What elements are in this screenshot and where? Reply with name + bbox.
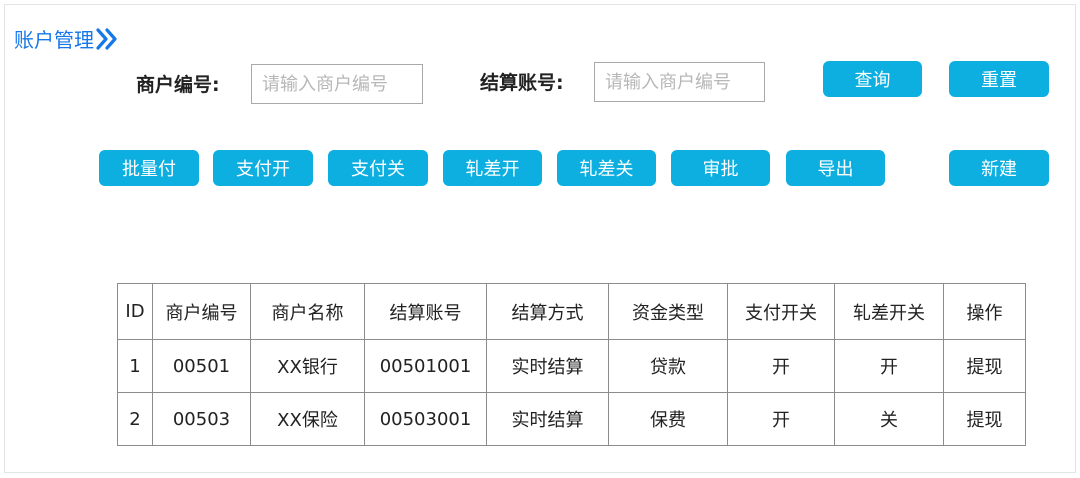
accounts-table: ID 商户编号 商户名称 结算账号 结算方式 资金类型 支付开关 轧差开关 操作… <box>117 283 1026 446</box>
column-header-merchant-id: 商户编号 <box>152 283 251 340</box>
withdraw-action[interactable]: 提现 <box>943 392 1026 446</box>
create-button[interactable]: 新建 <box>949 150 1049 186</box>
payment-off-button[interactable]: 支付关 <box>328 150 428 186</box>
breadcrumb[interactable]: 账户管理 <box>14 24 118 53</box>
table-row: 2 00503 XX保险 00503001 实时结算 保费 开 关 提现 <box>117 392 1026 446</box>
approve-button[interactable]: 审批 <box>671 150 770 186</box>
column-header-payment-switch: 支付开关 <box>727 283 835 340</box>
double-chevron-right-icon <box>96 27 117 50</box>
cell-merchant-id: 00503 <box>152 392 251 446</box>
column-header-merchant-name: 商户名称 <box>250 283 365 340</box>
payment-on-button[interactable]: 支付开 <box>213 150 313 186</box>
withdraw-action[interactable]: 提现 <box>943 339 1026 393</box>
netting-off-button[interactable]: 轧差关 <box>557 150 656 186</box>
cell-settlement-method: 实时结算 <box>486 392 609 446</box>
cell-payment-switch: 开 <box>727 339 835 393</box>
cell-fund-type: 贷款 <box>608 339 728 393</box>
cell-fund-type: 保费 <box>608 392 728 446</box>
cell-merchant-name: XX保险 <box>250 392 365 446</box>
column-header-settlement-method: 结算方式 <box>486 283 609 340</box>
query-button[interactable]: 查询 <box>823 61 922 97</box>
table-header-row: ID 商户编号 商户名称 结算账号 结算方式 资金类型 支付开关 轧差开关 操作 <box>117 283 1026 340</box>
column-header-id: ID <box>117 283 153 340</box>
column-header-netting-switch: 轧差开关 <box>834 283 944 340</box>
cell-payment-switch: 开 <box>727 392 835 446</box>
cell-settlement-account: 00501001 <box>364 339 487 393</box>
cell-settlement-account: 00503001 <box>364 392 487 446</box>
cell-settlement-method: 实时结算 <box>486 339 609 393</box>
settlement-account-input[interactable] <box>594 62 765 102</box>
cell-merchant-id: 00501 <box>152 339 251 393</box>
batch-pay-button[interactable]: 批量付 <box>99 150 199 186</box>
cell-merchant-name: XX银行 <box>250 339 365 393</box>
netting-on-button[interactable]: 轧差开 <box>443 150 542 186</box>
cell-id: 2 <box>117 392 153 446</box>
table-row: 1 00501 XX银行 00501001 实时结算 贷款 开 开 提现 <box>117 339 1026 393</box>
cell-netting-switch: 开 <box>834 339 944 393</box>
reset-button[interactable]: 重置 <box>949 61 1049 97</box>
merchant-id-input[interactable] <box>251 64 423 104</box>
breadcrumb-title[interactable]: 账户管理 <box>14 24 94 53</box>
cell-netting-switch: 关 <box>834 392 944 446</box>
merchant-id-label: 商户编号: <box>136 74 220 96</box>
settlement-account-label: 结算账号: <box>480 72 564 94</box>
export-button[interactable]: 导出 <box>786 150 885 186</box>
column-header-settlement-account: 结算账号 <box>364 283 487 340</box>
column-header-fund-type: 资金类型 <box>608 283 728 340</box>
column-header-actions: 操作 <box>943 283 1026 340</box>
cell-id: 1 <box>117 339 153 393</box>
